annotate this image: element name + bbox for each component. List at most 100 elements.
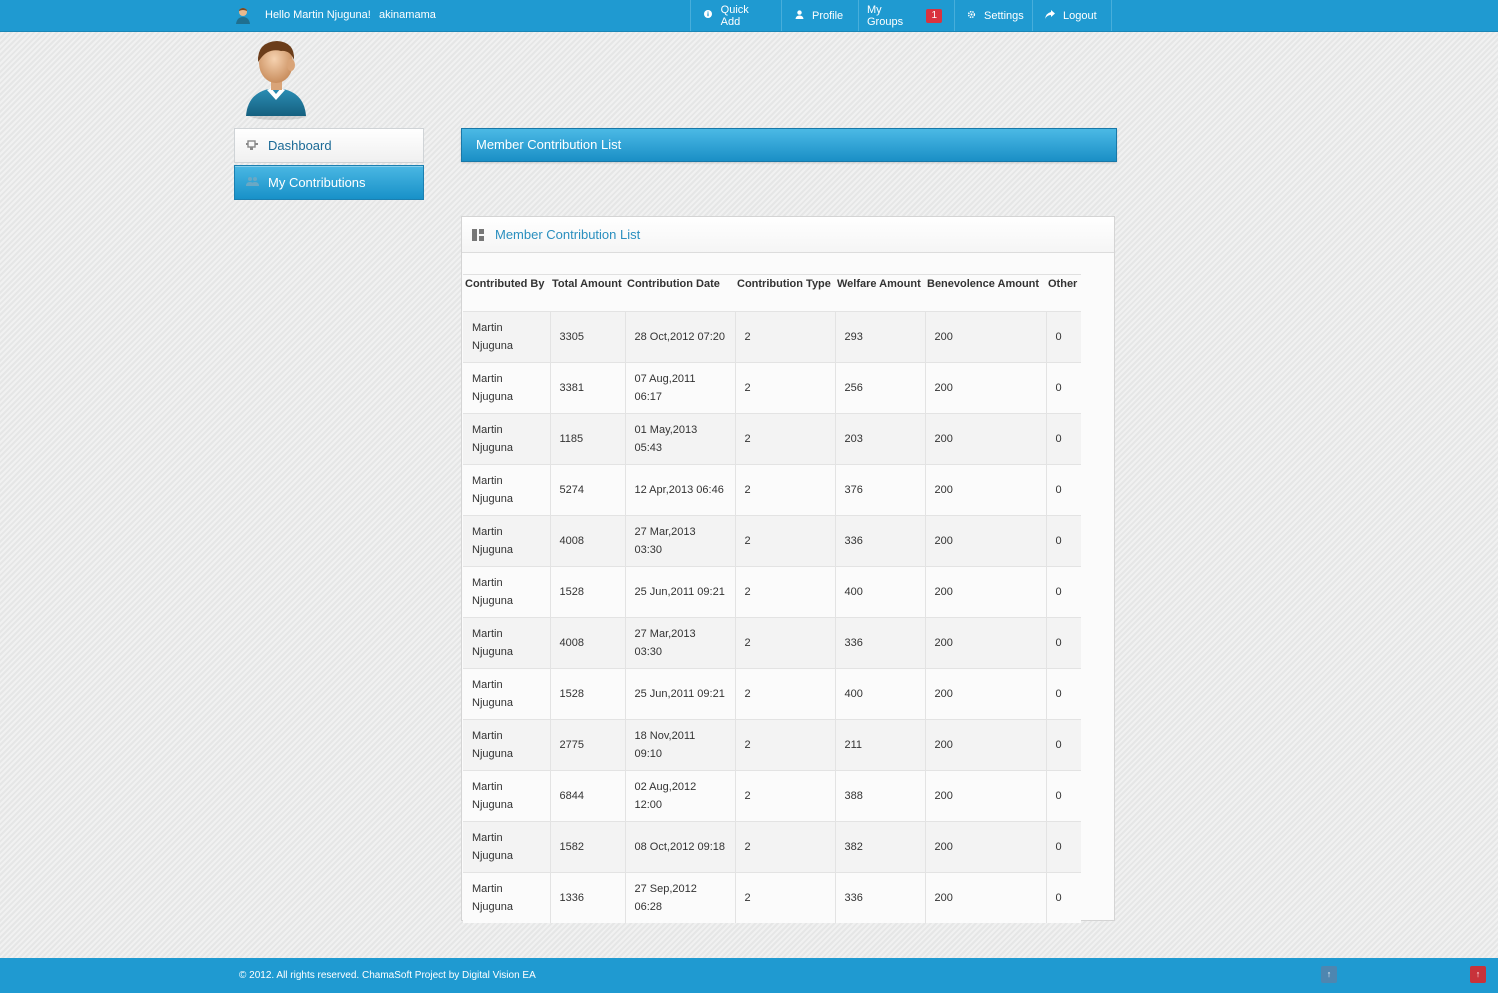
table-cell: 1582 bbox=[549, 821, 625, 873]
table-cell: 293 bbox=[834, 311, 925, 363]
table-cell: 07 Aug,2011 06:17 bbox=[624, 362, 735, 414]
table-cell: 200 bbox=[924, 617, 1046, 669]
arrow-up-icon: ↑ bbox=[1326, 969, 1332, 979]
table-cell: 12 Apr,2013 06:46 bbox=[624, 464, 735, 516]
scroll-top-button[interactable]: ↑ bbox=[1321, 966, 1337, 983]
table-cell: 0 bbox=[1045, 821, 1081, 873]
column-header[interactable]: Welfare Amount bbox=[835, 274, 925, 312]
table-cell: 0 bbox=[1045, 413, 1081, 465]
table-cell: 400 bbox=[834, 668, 925, 720]
quick-add-link[interactable]: Quick Add bbox=[690, 0, 781, 31]
avatar bbox=[246, 41, 306, 120]
settings-label: Settings bbox=[984, 9, 1024, 22]
box-title: Member Contribution List bbox=[495, 227, 641, 242]
table-cell: 1336 bbox=[549, 872, 625, 923]
back-to-top-button[interactable]: ↑ bbox=[1470, 966, 1486, 983]
table-cell: 2 bbox=[734, 821, 835, 873]
table-cell: 200 bbox=[924, 464, 1046, 516]
table-cell: 200 bbox=[924, 821, 1046, 873]
box-header: Member Contribution List bbox=[462, 217, 1114, 253]
users-icon bbox=[245, 176, 259, 189]
sidebar: Dashboard My Contributions bbox=[234, 128, 424, 200]
table-cell: 211 bbox=[834, 719, 925, 771]
user-avatar-small-icon bbox=[236, 8, 250, 24]
table-cell: 200 bbox=[924, 311, 1046, 363]
table-cell: 0 bbox=[1045, 464, 1081, 516]
table-cell: 0 bbox=[1045, 362, 1081, 414]
logout-link[interactable]: Logout bbox=[1032, 0, 1112, 31]
profile-link[interactable]: Profile bbox=[781, 0, 858, 31]
table-cell: 200 bbox=[924, 770, 1046, 822]
table-row: Martin Njuguna 1528 25 Jun,2011 09:21 2 400 2… bbox=[463, 668, 1081, 720]
table-row: Martin Njuguna 6844 02 Aug,2012 12:00 2 388 2… bbox=[463, 770, 1081, 822]
table-cell: Martin Njuguna bbox=[463, 362, 550, 414]
table-cell: 256 bbox=[834, 362, 925, 414]
column-header[interactable]: Contribution Date bbox=[625, 274, 735, 312]
sidebar-item-dashboard[interactable]: Dashboard bbox=[234, 128, 424, 163]
footer: © 2012. All rights reserved. ChamaSoft P… bbox=[0, 958, 1498, 993]
column-header[interactable]: Total Amount bbox=[550, 274, 625, 312]
sidebar-item-label: Dashboard bbox=[268, 138, 332, 153]
profile-label: Profile bbox=[812, 9, 844, 22]
table-cell: 02 Aug,2012 12:00 bbox=[624, 770, 735, 822]
table-cell: 2 bbox=[734, 362, 835, 414]
table-cell: Martin Njuguna bbox=[463, 770, 550, 822]
contribution-table: Contributed By Total Amount Contribution… bbox=[463, 274, 1081, 923]
table-cell: 388 bbox=[834, 770, 925, 822]
table-cell: 01 May,2013 05:43 bbox=[624, 413, 735, 465]
table-cell: 2 bbox=[734, 668, 835, 720]
page-title: Member Contribution List bbox=[461, 128, 1117, 162]
gear-icon bbox=[967, 10, 976, 22]
table-cell: 2 bbox=[734, 566, 835, 618]
table-cell: 18 Nov,2011 09:10 bbox=[624, 719, 735, 771]
column-header[interactable]: Benevolence Amount bbox=[925, 274, 1046, 312]
table-cell: 0 bbox=[1045, 719, 1081, 771]
my-groups-label: My Groups bbox=[867, 3, 904, 28]
grid-layout-icon bbox=[472, 228, 484, 241]
table-cell: 0 bbox=[1045, 617, 1081, 669]
table-cell: Martin Njuguna bbox=[463, 617, 550, 669]
table-cell: 0 bbox=[1045, 566, 1081, 618]
sidebar-item-my-contributions[interactable]: My Contributions bbox=[234, 165, 424, 200]
info-circle-icon bbox=[703, 10, 713, 21]
table-cell: 2775 bbox=[549, 719, 625, 771]
table-cell: 2 bbox=[734, 311, 835, 363]
table-cell: 25 Jun,2011 09:21 bbox=[624, 668, 735, 720]
table-row: Martin Njuguna 4008 27 Mar,2013 03:30 2 336 2… bbox=[463, 617, 1081, 669]
table-cell: 2 bbox=[734, 617, 835, 669]
table-cell: Martin Njuguna bbox=[463, 566, 550, 618]
column-header[interactable]: Contribution Type bbox=[735, 274, 835, 312]
logout-label: Logout bbox=[1063, 9, 1097, 22]
table-cell: 200 bbox=[924, 668, 1046, 720]
table-cell: 0 bbox=[1045, 872, 1081, 923]
dashboard-icon bbox=[245, 139, 259, 153]
top-nav: Quick Add Profile My Groups 1 Settings L… bbox=[690, 0, 1112, 31]
table-cell: 2 bbox=[734, 515, 835, 567]
table-cell: 400 bbox=[834, 566, 925, 618]
copyright-text: © 2012. All rights reserved. ChamaSoft P… bbox=[239, 970, 536, 981]
column-header[interactable]: Contributed By bbox=[463, 274, 550, 312]
settings-link[interactable]: Settings bbox=[954, 0, 1032, 31]
table-cell: Martin Njuguna bbox=[463, 413, 550, 465]
user-icon bbox=[794, 9, 804, 22]
column-header[interactable]: Other bbox=[1046, 274, 1081, 312]
table-header-row: Contributed By Total Amount Contribution… bbox=[463, 274, 1081, 312]
table-cell: 200 bbox=[924, 872, 1046, 923]
table-cell: 200 bbox=[924, 413, 1046, 465]
greeting-text: Hello Martin Njuguna! bbox=[265, 9, 371, 21]
table-cell: 1185 bbox=[549, 413, 625, 465]
table-cell: Martin Njuguna bbox=[463, 464, 550, 516]
table-cell: Martin Njuguna bbox=[463, 719, 550, 771]
table-cell: Martin Njuguna bbox=[463, 872, 550, 923]
table-row: Martin Njuguna 5274 12 Apr,2013 06:46 2 376 2… bbox=[463, 464, 1081, 516]
sidebar-item-label: My Contributions bbox=[268, 175, 366, 190]
notification-badge: 1 bbox=[926, 8, 942, 23]
table-cell: 200 bbox=[924, 566, 1046, 618]
table-row: Martin Njuguna 4008 27 Mar,2013 03:30 2 336 2… bbox=[463, 515, 1081, 567]
my-groups-link[interactable]: My Groups 1 bbox=[858, 0, 954, 31]
table-cell: 27 Mar,2013 03:30 bbox=[624, 617, 735, 669]
table-cell: Martin Njuguna bbox=[463, 668, 550, 720]
table-row: Martin Njuguna 1528 25 Jun,2011 09:21 2 400 2… bbox=[463, 566, 1081, 618]
table-cell: 2 bbox=[734, 872, 835, 923]
table-row: Martin Njuguna 2775 18 Nov,2011 09:10 2 211 2… bbox=[463, 719, 1081, 771]
